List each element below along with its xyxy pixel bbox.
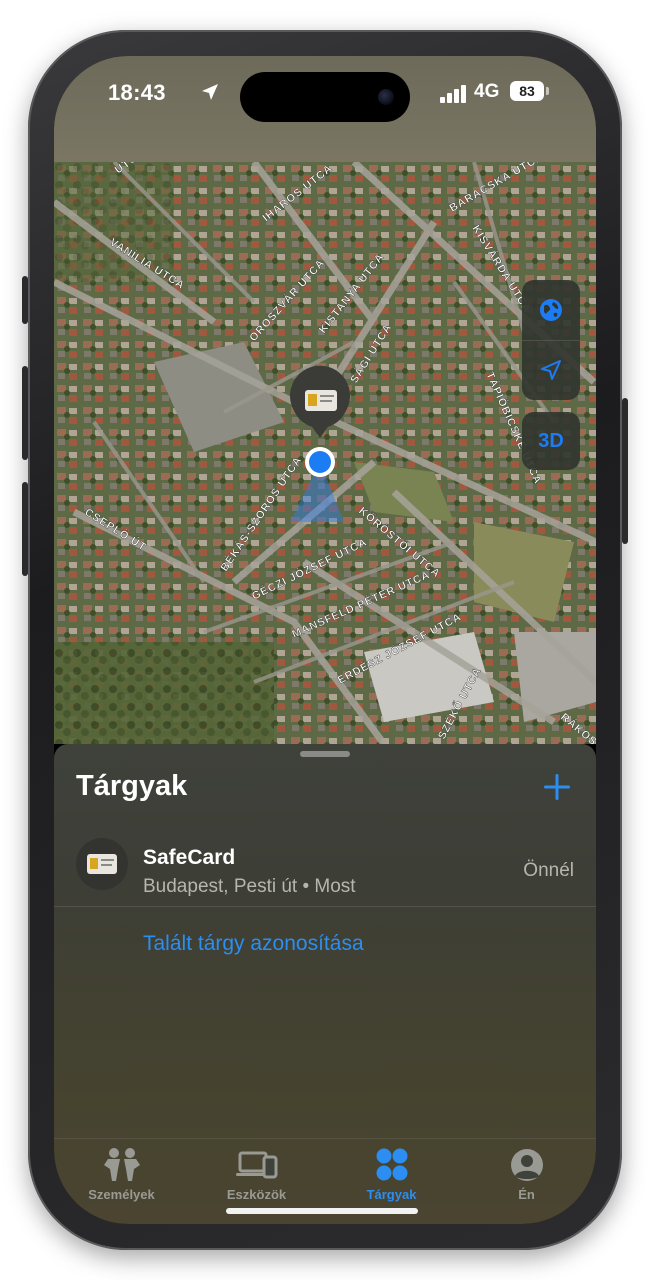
signal-icon (440, 85, 466, 103)
front-camera (378, 89, 394, 105)
tab-devices[interactable]: Eszközök (189, 1139, 324, 1209)
divider (54, 906, 596, 907)
volume-down-button (22, 482, 28, 576)
dynamic-island (240, 72, 410, 122)
tab-label: Eszközök (226, 1187, 287, 1202)
user-location-dot[interactable] (309, 451, 331, 473)
tab-people[interactable]: Személyek (54, 1139, 189, 1209)
item-location: Budapest, Pesti út • Most (143, 876, 356, 897)
globe-icon (540, 299, 562, 321)
phone-frame: IHAROS UTCA BARACSKA UTCA VANÍLIA UTCA K… (22, 30, 628, 1250)
status-time: 18:43 (108, 80, 166, 105)
locate-me-button[interactable] (522, 340, 580, 400)
items-icon (376, 1148, 407, 1181)
power-button (622, 398, 628, 544)
battery-icon: 83 (510, 81, 544, 101)
volume-up-button (22, 366, 28, 460)
map-view[interactable]: IHAROS UTCA BARACSKA UTCA VANÍLIA UTCA K… (54, 162, 596, 744)
person-circle-icon (510, 1149, 543, 1181)
identify-found-item-link[interactable]: Talált tárgy azonosítása (143, 932, 364, 956)
3d-toggle-button[interactable]: 3D (522, 412, 580, 470)
battery-tip (546, 87, 549, 95)
plus-icon[interactable] (542, 772, 572, 802)
network-type: 4G (474, 81, 500, 102)
tab-items[interactable]: Tárgyak (324, 1139, 459, 1209)
item-avatar (76, 838, 128, 890)
location-arrow-icon (541, 360, 561, 380)
tab-label: Személyek (88, 1187, 155, 1202)
devices-icon (235, 1151, 277, 1179)
people-icon (103, 1148, 140, 1181)
tab-me[interactable]: Én (459, 1139, 594, 1209)
satellite-map[interactable]: IHAROS UTCA BARACSKA UTCA VANÍLIA UTCA K… (54, 162, 596, 744)
item-status: Önnél (523, 860, 574, 881)
list-item-safecard[interactable]: SafeCard Budapest, Pesti út • Most Önnél (54, 824, 596, 904)
status-bar: 18:43 4G 83 (54, 56, 596, 126)
tab-label: Én (518, 1187, 535, 1202)
tab-label: Tárgyak (366, 1187, 417, 1202)
map-style-button[interactable] (522, 280, 580, 340)
map-controls (522, 280, 580, 400)
location-arrow-icon (202, 84, 218, 100)
sheet-title: Tárgyak (76, 770, 188, 802)
action-button (22, 276, 28, 324)
card-icon (87, 854, 117, 874)
screen: IHAROS UTCA BARACSKA UTCA VANÍLIA UTCA K… (54, 56, 596, 1224)
battery-level: 83 (519, 83, 535, 99)
home-indicator[interactable] (226, 1208, 418, 1214)
item-name: SafeCard (143, 846, 236, 869)
sheet-grabber[interactable] (300, 751, 350, 757)
